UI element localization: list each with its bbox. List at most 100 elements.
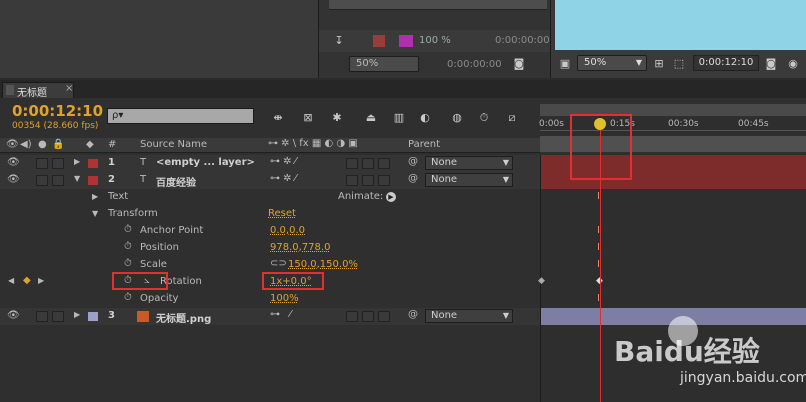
- parent-dropdown[interactable]: None ▼: [425, 173, 513, 187]
- frame-readout: 00354 (28.660 fps): [12, 121, 99, 131]
- opacity-value[interactable]: 100%: [270, 293, 299, 304]
- switch-box[interactable]: [362, 158, 374, 169]
- switch-box[interactable]: [378, 158, 390, 169]
- label-color-swatch[interactable]: [88, 176, 98, 185]
- close-icon[interactable]: ×: [65, 83, 73, 94]
- search-input[interactable]: ρ▾: [107, 108, 254, 124]
- frame-blend-icon[interactable]: ▥: [390, 110, 408, 126]
- snapshot-camera-icon[interactable]: ◙: [763, 56, 779, 72]
- layer-name[interactable]: 百度经验: [156, 174, 196, 189]
- camera-icon[interactable]: ◙: [511, 56, 527, 72]
- comp-mini-icon[interactable]: ⊠: [300, 110, 316, 126]
- stopwatch-icon[interactable]: ⏱: [124, 258, 132, 269]
- animate-arrow-icon[interactable]: ▶: [386, 192, 396, 202]
- visibility-eye-icon[interactable]: 👁: [7, 310, 20, 321]
- layer-name[interactable]: <empty ... layer>: [156, 157, 255, 168]
- red-figure-icon[interactable]: [373, 35, 385, 47]
- pickwhip-icon[interactable]: @: [408, 173, 418, 184]
- draft-3d-icon[interactable]: ✱: [328, 110, 346, 126]
- eye-icon: 👁: [6, 139, 19, 150]
- lock-icon: 🔒: [52, 139, 65, 150]
- animate-menu[interactable]: Animate:: [338, 191, 383, 202]
- twirl-icon[interactable]: ▶: [74, 157, 80, 166]
- mid-controls-row1: ↧ 100 % 0:00:00:00: [319, 30, 551, 52]
- percent-readout[interactable]: 100 %: [419, 35, 451, 46]
- switch-box[interactable]: [346, 158, 358, 169]
- switch-box[interactable]: [362, 175, 374, 186]
- keyframe-add-icon[interactable]: ◆: [23, 275, 31, 286]
- mid-top-panel: ↧ 100 % 0:00:00:00 50% 0:00:00:00 ◙: [318, 0, 551, 78]
- parent-dropdown[interactable]: None ▼: [425, 156, 513, 170]
- twirl-icon[interactable]: ▼: [92, 209, 98, 218]
- stopwatch-icon[interactable]: ⏱: [124, 224, 132, 235]
- current-time[interactable]: 0:00:12:10: [12, 102, 103, 120]
- keyframe-next-icon[interactable]: ▶: [38, 276, 44, 285]
- audio-switch[interactable]: [36, 175, 48, 186]
- position-value[interactable]: 978.0,778.0: [270, 242, 330, 253]
- region-icon[interactable]: ⬚: [671, 56, 687, 72]
- column-header-row: 👁 ◀) ● 🔒 ◆ # Source Name ⊶ ✲ \ fx ▦ ◐ ◑ …: [0, 138, 540, 153]
- comp-flow-icon[interactable]: ⇼: [266, 110, 290, 126]
- zoom-dropdown-2[interactable]: 50% ▼: [577, 55, 647, 71]
- tab-flag-icon: [6, 85, 14, 95]
- switch-box[interactable]: [346, 311, 358, 322]
- stopwatch-icon[interactable]: ⏱: [476, 110, 492, 126]
- chevron-down-icon: ▼: [502, 311, 509, 320]
- motion-blur-icon[interactable]: ◐: [416, 110, 434, 126]
- visibility-eye-icon[interactable]: 👁: [7, 174, 20, 185]
- timecode-readout-3[interactable]: 0:00:12:10: [693, 55, 759, 71]
- channel-icon[interactable]: ◉: [785, 56, 801, 72]
- twirl-icon[interactable]: ▼: [74, 174, 80, 183]
- solo-switch[interactable]: [52, 311, 64, 322]
- highlight-box-rotation-value: [262, 272, 324, 290]
- timecode-readout-2[interactable]: 0:00:00:00: [447, 59, 502, 70]
- shy-icon[interactable]: ⏏: [362, 110, 380, 126]
- chevron-down-icon: ▼: [635, 58, 642, 67]
- text-layer-icon: T: [140, 174, 147, 185]
- label-color-swatch[interactable]: [88, 312, 98, 321]
- pickwhip-icon[interactable]: @: [408, 156, 418, 167]
- constrain-link-icon[interactable]: ⊂⊃: [270, 258, 287, 269]
- scale-label: Scale: [140, 259, 167, 270]
- reset-link[interactable]: Reset: [268, 208, 296, 219]
- layer-switches[interactable]: ⊶ ✲ ⁄: [270, 156, 296, 167]
- graph-editor-icon[interactable]: ⧄: [502, 110, 522, 126]
- view-icon[interactable]: ▣: [557, 56, 573, 72]
- solo-switch[interactable]: [52, 158, 64, 169]
- switch-box[interactable]: [378, 311, 390, 322]
- switch-box[interactable]: [346, 175, 358, 186]
- solo-switch[interactable]: [52, 175, 64, 186]
- audio-switch[interactable]: [36, 158, 48, 169]
- pin-icon[interactable]: ↧: [331, 33, 347, 49]
- magenta-swatch[interactable]: [399, 35, 413, 47]
- grid-icon[interactable]: ⊞: [651, 56, 667, 72]
- keyframe-prev-icon[interactable]: ◀: [8, 276, 14, 285]
- ruler-label-3: 00:45s: [738, 119, 769, 129]
- anchor-point-label: Anchor Point: [140, 225, 204, 236]
- switch-box[interactable]: [362, 311, 374, 322]
- switch-box[interactable]: [378, 175, 390, 186]
- keyframe-diamond[interactable]: ◆: [538, 276, 545, 286]
- brainstorm-icon[interactable]: ◍: [448, 110, 466, 126]
- anchor-point-value[interactable]: 0.0,0.0: [270, 225, 305, 236]
- audio-switch[interactable]: [36, 311, 48, 322]
- pickwhip-icon[interactable]: @: [408, 309, 418, 320]
- stopwatch-icon[interactable]: ⏱: [124, 241, 132, 252]
- visibility-eye-icon[interactable]: 👁: [7, 157, 20, 168]
- scale-value[interactable]: 150.0,150.0%: [288, 259, 358, 270]
- timecode-readout-1[interactable]: 0:00:00:00: [495, 35, 550, 46]
- stopwatch-icon[interactable]: ⏱: [124, 292, 132, 303]
- layer-switches[interactable]: ⊶ ⁄: [270, 309, 291, 320]
- layer-number: 2: [108, 174, 115, 185]
- twirl-icon[interactable]: ▶: [92, 192, 98, 201]
- tab-timeline[interactable]: 无标题 ×: [2, 82, 74, 99]
- zoom-dropdown-1[interactable]: 50%: [349, 56, 419, 72]
- twirl-icon[interactable]: ▶: [74, 310, 80, 319]
- layer-name[interactable]: 无标题.png: [156, 310, 211, 325]
- label-color-swatch[interactable]: [88, 159, 98, 168]
- parent-dropdown[interactable]: None ▼: [425, 309, 513, 323]
- chevron-down-icon: ▼: [502, 158, 509, 167]
- mid-controls-row2: 50% 0:00:00:00 ◙: [319, 54, 551, 74]
- layer-switches[interactable]: ⊶ ✲ ⁄: [270, 173, 296, 184]
- source-name-header[interactable]: Source Name: [140, 139, 207, 150]
